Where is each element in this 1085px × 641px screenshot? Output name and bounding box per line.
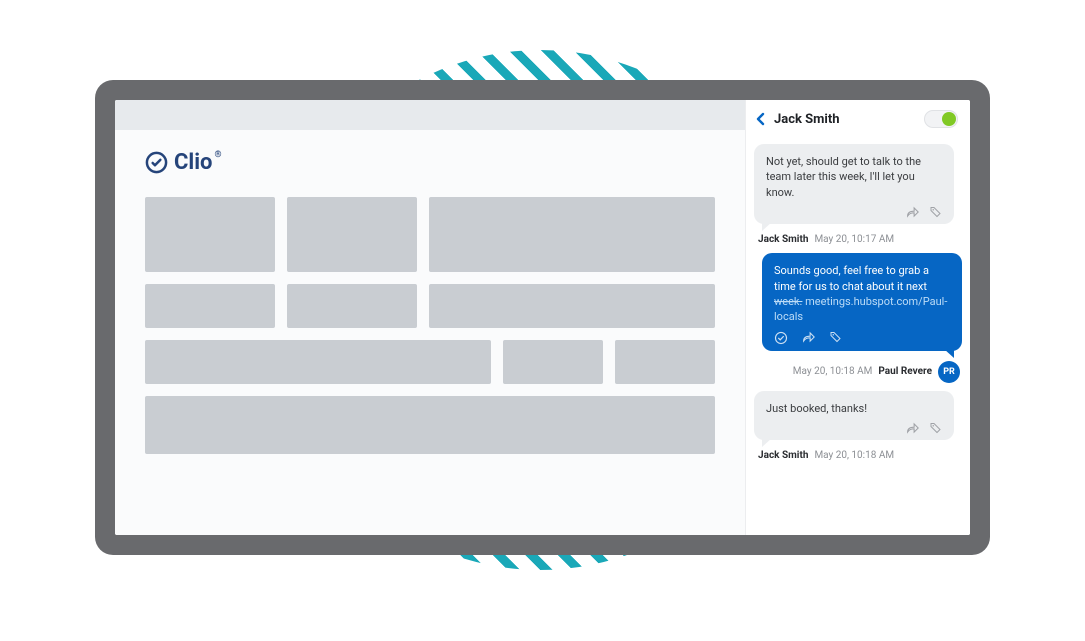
chat-contact-name: Jack Smith <box>774 112 916 127</box>
sender-avatar: PR <box>938 361 960 383</box>
status-toggle[interactable] <box>924 110 958 128</box>
back-chevron-icon[interactable] <box>756 112 766 126</box>
tag-icon[interactable] <box>929 422 942 434</box>
message-meta: Jack Smith May 20, 10:17 AM <box>756 234 960 245</box>
brand-name: Clio <box>174 150 212 175</box>
message-text: Sounds good, feel free to grab a time fo… <box>774 263 950 325</box>
toggle-knob <box>942 112 956 126</box>
placeholder-tile <box>429 197 715 272</box>
tag-icon[interactable] <box>929 206 942 218</box>
placeholder-tile <box>287 284 417 328</box>
message-thread: Not yet, should get to talk to the team … <box>746 140 970 535</box>
message-timestamp: May 20, 10:17 AM <box>814 234 894 245</box>
message-struck-text: week. <box>774 295 802 308</box>
placeholder-tile <box>503 340 603 384</box>
forward-icon[interactable] <box>906 206 919 218</box>
message-text: Just booked, thanks! <box>766 401 942 416</box>
message-meta: Jack Smith May 20, 10:18 AM <box>756 450 960 461</box>
check-circle-icon[interactable] <box>774 331 788 345</box>
tag-icon[interactable] <box>829 331 842 345</box>
message-timestamp: May 20, 10:18 AM <box>814 450 894 461</box>
clio-logo-icon <box>145 151 168 174</box>
placeholder-grid <box>145 197 715 454</box>
chat-panel: Jack Smith Not yet, should get to talk t… <box>745 100 970 535</box>
placeholder-tile <box>615 340 715 384</box>
placeholder-tile <box>145 197 275 272</box>
message-bubble-incoming: Just booked, thanks! <box>754 391 954 440</box>
screen: Clio ® <box>115 100 970 535</box>
device-frame: Clio ® <box>95 80 990 555</box>
message-meta: May 20, 10:18 AM Paul Revere PR <box>756 361 960 383</box>
forward-icon[interactable] <box>906 422 919 434</box>
placeholder-tile <box>145 396 715 454</box>
sender-name: Jack Smith <box>758 234 808 245</box>
chat-header: Jack Smith <box>746 100 970 140</box>
sender-name: Jack Smith <box>758 450 808 461</box>
message-text: Not yet, should get to talk to the team … <box>766 154 942 200</box>
message-bubble-incoming: Not yet, should get to talk to the team … <box>754 144 954 224</box>
message-bubble-outgoing: Sounds good, feel free to grab a time fo… <box>762 253 962 351</box>
sender-name: Paul Revere <box>878 366 932 377</box>
placeholder-tile <box>287 197 417 272</box>
brand-logo: Clio ® <box>145 150 715 175</box>
placeholder-tile <box>145 284 275 328</box>
placeholder-tile <box>145 340 491 384</box>
placeholder-tile <box>429 284 715 328</box>
message-timestamp: May 20, 10:18 AM <box>793 366 873 377</box>
brand-reg-mark: ® <box>214 150 221 160</box>
forward-icon[interactable] <box>802 331 815 345</box>
app-top-bar <box>115 100 745 130</box>
main-area: Clio ® <box>115 100 745 535</box>
